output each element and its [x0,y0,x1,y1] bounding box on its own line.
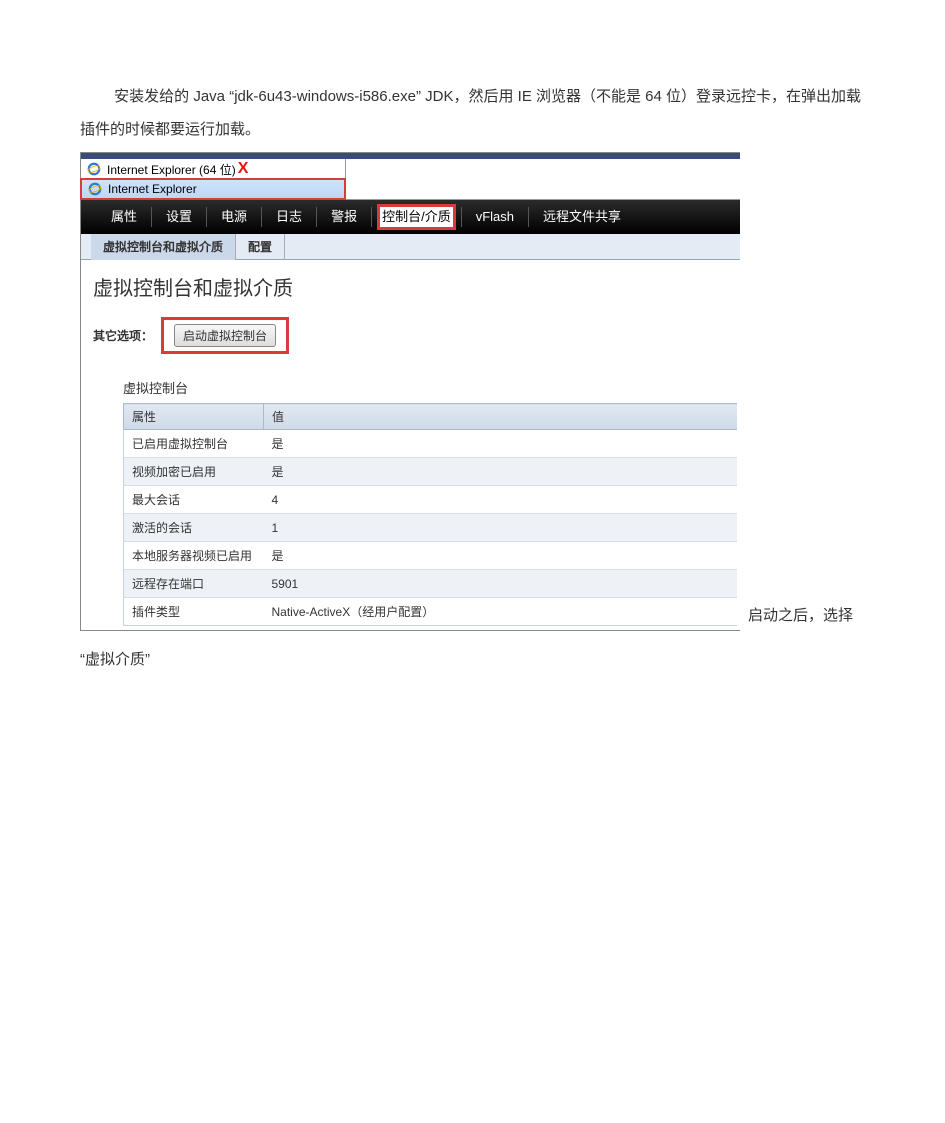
nav-remote-share[interactable]: 远程文件共享 [529,200,635,234]
start-menu-area: Internet Explorer (64 位) X Internet Expl… [81,153,740,200]
subtab-console[interactable]: 虚拟控制台和虚拟介质 [91,234,236,260]
table-row: 已启用虚拟控制台 是 [124,430,738,458]
prop-val: 是 [264,542,738,570]
page-title: 虚拟控制台和虚拟介质 [93,272,740,301]
table-row: 激活的会话 1 [124,514,738,542]
prop-key: 插件类型 [124,598,264,626]
nav-settings[interactable]: 设置 [152,200,206,234]
table-row: 视频加密已启用 是 [124,458,738,486]
nav-power[interactable]: 电源 [207,200,261,234]
options-row: 其它选项： 启动虚拟控制台 [93,317,740,354]
ie-icon [87,162,101,176]
prop-val: Native-ActiveX（经用户配置） [264,598,738,626]
continue-text: “虚拟介质” [80,643,865,676]
prop-key: 本地服务器视频已启用 [124,542,264,570]
prop-key: 激活的会话 [124,514,264,542]
table-row: 插件类型 Native-ActiveX（经用户配置） [124,598,738,626]
table-header-property: 属性 [124,404,264,430]
subtab-config[interactable]: 配置 [236,234,285,260]
content-area: 虚拟控制台和虚拟介质 其它选项： 启动虚拟控制台 虚拟控制台 属性 值 已启 [81,260,740,630]
prop-key: 视频加密已启用 [124,458,264,486]
para1-part1: 安装发给的 Java [114,88,225,105]
sub-tabs: 虚拟控制台和虚拟介质 配置 [81,234,740,260]
properties-table: 属性 值 已启用虚拟控制台 是 视频加密已启用 是 最大会话 4 [123,403,737,626]
prop-val: 是 [264,458,738,486]
ie-64-label: Internet Explorer (64 位) [107,161,236,178]
prop-key: 最大会话 [124,486,264,514]
prop-val: 4 [264,486,738,514]
section-title: 虚拟控制台 [123,378,740,397]
intro-paragraph: 安装发给的 Java “jdk-6u43-windows-i586.exe” J… [80,80,865,146]
trailing-text: 启动之后，选择 [748,601,888,631]
prop-val: 是 [264,430,738,458]
top-nav: 属性 设置 电源 日志 警报 控制台/介质 vFlash 远程文件共享 [81,200,740,234]
screenshot-panel: Internet Explorer (64 位) X Internet Expl… [80,152,740,631]
ie-row-highlighted[interactable]: Internet Explorer [81,179,345,199]
table-header-value: 值 [264,404,738,430]
para1-quote: “jdk-6u43-windows-i586.exe” [229,88,421,105]
options-label: 其它选项： [93,327,153,344]
launch-console-button[interactable]: 启动虚拟控制台 [174,324,276,347]
prop-val: 1 [264,514,738,542]
prop-key: 远程存在端口 [124,570,264,598]
ie-label: Internet Explorer [108,182,197,196]
table-row: 远程存在端口 5901 [124,570,738,598]
x-mark-icon: X [238,160,249,178]
prop-key: 已启用虚拟控制台 [124,430,264,458]
ie-icon [88,182,102,196]
launch-button-highlight: 启动虚拟控制台 [161,317,289,354]
nav-vflash[interactable]: vFlash [462,200,528,234]
prop-val: 5901 [264,570,738,598]
table-row: 最大会话 4 [124,486,738,514]
nav-properties[interactable]: 属性 [97,200,151,234]
nav-console-media[interactable]: 控制台/介质 [378,205,455,229]
ie-64-row[interactable]: Internet Explorer (64 位) X [81,159,345,179]
table-row: 本地服务器视频已启用 是 [124,542,738,570]
nav-alerts[interactable]: 警报 [317,200,371,234]
nav-logs[interactable]: 日志 [262,200,316,234]
